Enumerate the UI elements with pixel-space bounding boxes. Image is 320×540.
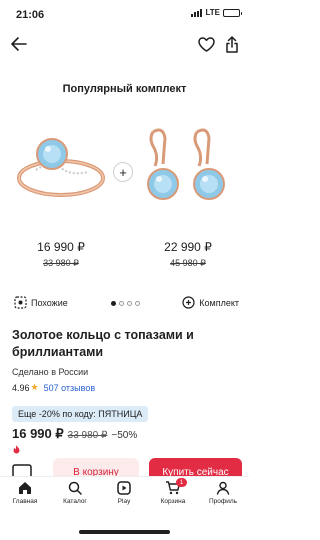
fire-icon — [13, 445, 20, 454]
share-icon — [226, 35, 238, 53]
favorite-button[interactable] — [195, 33, 217, 55]
set-item-earrings[interactable]: 22 990 ₽ 45 980 ₽ — [133, 118, 243, 268]
home-icon — [19, 482, 31, 494]
discount-label: −50% — [111, 430, 138, 441]
status-time: 21:06 — [16, 9, 45, 21]
tab-label: Корзина — [160, 498, 186, 505]
set-label: Комплект — [199, 297, 239, 308]
arrow-left-icon — [11, 37, 27, 51]
cart-count-badge: 1 — [176, 478, 187, 487]
promo-badge: Еще -20% по коду: ПЯТНИЦА — [12, 406, 149, 422]
catalog-icon — [68, 481, 82, 495]
set-button[interactable]: Комплект — [182, 296, 239, 309]
set-item-ring[interactable]: 16 990 ₽ 33 980 ₽ — [6, 118, 116, 268]
signal-icon — [191, 8, 203, 17]
set-item-old-price: 33 980 ₽ — [43, 258, 79, 268]
similar-icon — [14, 296, 27, 309]
pager-dot — [119, 301, 124, 306]
status-indicators: LTE — [191, 8, 242, 17]
tab-cart[interactable]: 1 Корзина — [153, 478, 193, 505]
tab-label: Play — [117, 498, 131, 505]
price-row: 16 990 ₽ 33 980 ₽ −50% — [12, 426, 137, 442]
reviews-link[interactable]: 507 отзывов — [44, 383, 96, 393]
network-label: LTE — [205, 8, 220, 17]
tab-play[interactable]: Play — [104, 480, 144, 505]
current-price: 16 990 ₽ — [12, 426, 64, 441]
made-in-label: Сделано в России — [12, 367, 89, 377]
rating-row[interactable]: 4.96 ★ 507 отзывов — [12, 382, 95, 393]
play-icon — [117, 481, 131, 495]
pager-dot — [127, 301, 132, 306]
home-indicator — [79, 530, 170, 534]
tab-profile[interactable]: Профиль — [203, 480, 243, 505]
back-button[interactable] — [8, 33, 30, 55]
tab-label: Профиль — [208, 498, 238, 505]
earrings-image — [147, 128, 225, 200]
profile-icon — [216, 481, 230, 495]
set-item-price: 16 990 ₽ — [37, 240, 85, 254]
tab-label: Главная — [12, 498, 38, 505]
similar-label: Похожие — [31, 297, 68, 308]
tab-bar: Главная Каталог Play 1 Корзина Профиль — [0, 476, 249, 516]
tab-label: Каталог — [63, 498, 87, 505]
delivery-hint — [12, 444, 21, 454]
ring-image — [17, 138, 105, 197]
gallery-actions: Похожие Комплект — [0, 296, 249, 314]
set-item-price: 22 990 ₽ — [164, 240, 212, 254]
status-bar: 21:06 LTE — [0, 0, 249, 28]
section-title: Популярный комплект — [62, 83, 187, 95]
tab-home[interactable]: Главная — [5, 480, 45, 505]
set-icon — [182, 296, 195, 309]
rating-value: 4.96 — [12, 382, 30, 393]
nav-bar — [0, 30, 249, 58]
product-title: Золотое кольцо с топазами и бриллиантами — [12, 328, 194, 359]
star-icon: ★ — [30, 382, 39, 392]
pager-dot — [111, 301, 116, 306]
set-item-old-price: 45 980 ₽ — [170, 258, 206, 268]
pager-dot — [135, 301, 140, 306]
plus-icon: + — [113, 162, 133, 182]
battery-icon — [223, 8, 242, 17]
similar-button[interactable]: Похожие — [14, 296, 68, 309]
heart-icon — [197, 36, 215, 52]
old-price: 33 980 ₽ — [67, 430, 108, 441]
image-pager[interactable] — [111, 301, 140, 306]
share-button[interactable] — [221, 33, 243, 55]
tab-catalog[interactable]: Каталог — [55, 480, 95, 505]
